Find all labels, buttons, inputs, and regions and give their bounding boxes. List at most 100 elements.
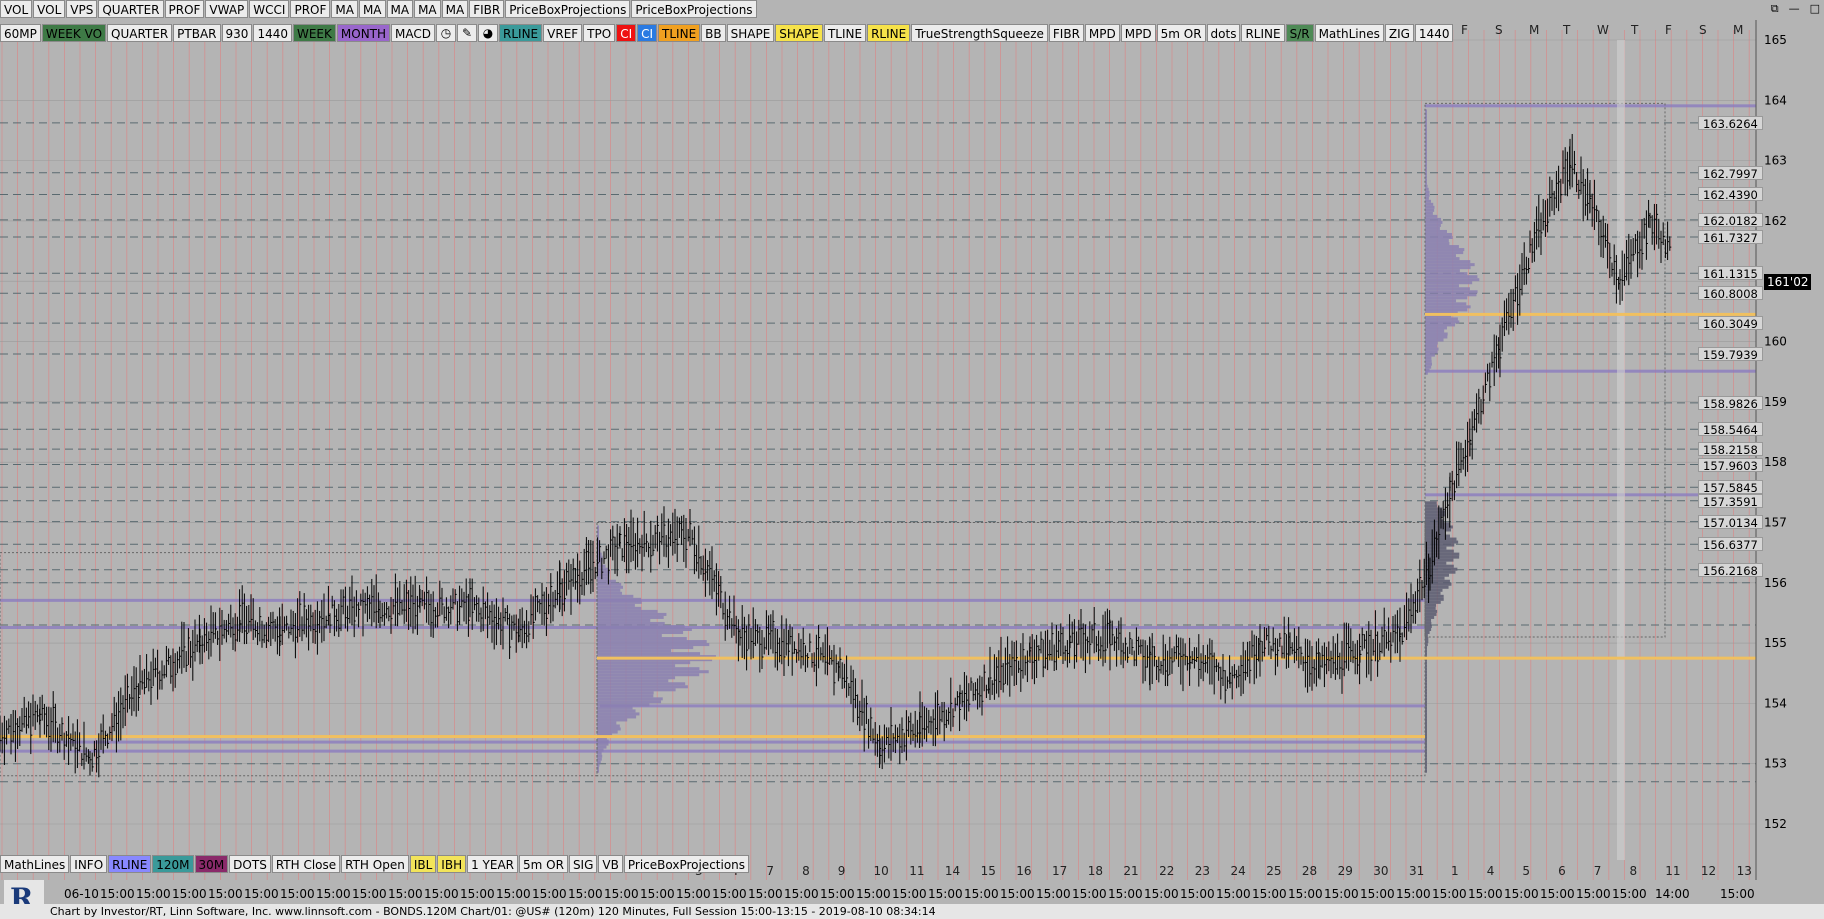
volume-profile-bar	[1425, 308, 1468, 312]
toolbar-button-tpo[interactable]: TPO	[583, 24, 616, 42]
toolbar-button-ibl[interactable]: IBL	[409, 855, 437, 873]
time-label: 15:00	[244, 887, 279, 901]
time-label: 15:00	[1000, 887, 1035, 901]
toolbar-button-mpd[interactable]: MPD	[1120, 24, 1156, 42]
level-label: 162.4390	[1698, 187, 1763, 202]
toolbar-button-ibh[interactable]: IBH	[437, 855, 467, 873]
toolbar-button-5m-or[interactable]: 5m OR	[1156, 24, 1206, 42]
toolbar-button-60mp[interactable]: 60MP	[0, 24, 41, 42]
toolbar-button-shape[interactable]: SHAPE	[775, 24, 823, 42]
toolbar-button-priceboxprojections[interactable]: PriceBoxProjections	[631, 0, 757, 18]
toolbar-button-vref[interactable]: VREF	[543, 24, 583, 42]
toolbar-button-ma[interactable]: MA	[414, 0, 441, 18]
toolbar-button-5m-or[interactable]: 5m OR	[519, 855, 568, 873]
toolbar-button-week-vo[interactable]: WEEK VO	[41, 24, 107, 42]
toolbar-button-sig[interactable]: SIG	[568, 855, 598, 873]
toolbar-button-ci[interactable]: CI	[616, 24, 637, 42]
time-label: 15:00	[964, 887, 999, 901]
toolbar-button-priceboxprojections[interactable]: PriceBoxProjections	[623, 855, 750, 873]
toolbar-button-fibr[interactable]: FIBR	[469, 0, 505, 18]
toolbar-button-macd[interactable]: MACD	[391, 24, 436, 42]
volume-profile-bar	[1425, 621, 1432, 625]
toolbar-button-ma[interactable]: MA	[331, 0, 358, 18]
toolbar-button-quarter[interactable]: QUARTER	[98, 0, 164, 18]
minimize-icon[interactable]: —	[1789, 2, 1800, 16]
toolbar-button-shape[interactable]: SHAPE	[726, 24, 775, 42]
toolbar-button-120m[interactable]: 120M	[152, 855, 194, 873]
toolbar-button-mathlines[interactable]: MathLines	[0, 855, 70, 873]
volume-profile-bar	[597, 582, 622, 586]
toolbar-button-zig[interactable]: ZIG	[1384, 24, 1414, 42]
toolbar-button-s-r[interactable]: S/R	[1285, 24, 1314, 42]
toolbar-button-mpd[interactable]: MPD	[1084, 24, 1120, 42]
volume-profile-bar	[1425, 504, 1438, 508]
volume-profile-bar	[1425, 299, 1457, 303]
toolbar-button-vwap[interactable]: VWAP	[205, 0, 249, 18]
toolbar-button-ci[interactable]: CI	[637, 24, 658, 42]
toolbar-button-rline[interactable]: RLINE	[867, 24, 911, 42]
toolbar-button-1440[interactable]: 1440	[1414, 24, 1454, 42]
toolbar-button-rline[interactable]: RLINE	[1241, 24, 1285, 42]
volume-profile-bar	[597, 600, 642, 604]
toolbar-button-priceboxprojections[interactable]: PriceBoxProjections	[505, 0, 631, 18]
toolbar-button-wcci[interactable]: WCCI	[249, 0, 290, 18]
date-label: 17	[1052, 864, 1067, 878]
toolbar-button-dots[interactable]: DOTS	[229, 855, 271, 873]
toolbar-button-30m[interactable]: 30M	[194, 855, 229, 873]
toolbar-button-rline[interactable]: RLINE	[499, 24, 543, 42]
toolbar-button-info[interactable]: INFO	[70, 855, 108, 873]
volume-profile-bar	[597, 697, 663, 701]
toolbar-button-month[interactable]: MONTH	[336, 24, 391, 42]
toolbar-button-tline[interactable]: TLINE	[823, 24, 867, 42]
volume-profile-bar	[1425, 362, 1432, 366]
price-chart[interactable]: 1651641631621611601591581571561551541531…	[0, 0, 1824, 919]
toolbar-button-fibr[interactable]: FIBR	[1048, 24, 1084, 42]
clock-icon[interactable]: ◷	[436, 24, 457, 42]
toolbar-button-prof[interactable]: PROF	[290, 0, 331, 18]
volume-profile-bar	[597, 579, 616, 583]
toolbar-button-ptbar[interactable]: PTBAR	[173, 24, 221, 42]
level-label: 161.7327	[1698, 230, 1763, 245]
toolbar-button-vps[interactable]: VPS	[66, 0, 98, 18]
toolbar-button-ma[interactable]: MA	[441, 0, 469, 18]
level-lines	[0, 104, 1756, 783]
volume-profile-bar	[597, 634, 662, 638]
toolbar-button-mathlines[interactable]: MathLines	[1314, 24, 1384, 42]
toolbar-button-dots[interactable]: dots	[1206, 24, 1241, 42]
level-label: 160.8008	[1698, 286, 1763, 301]
value-area-line	[0, 740, 1425, 744]
toolbar-button-rline[interactable]: RLINE	[108, 855, 152, 873]
toolbar-button-1-year[interactable]: 1 YEAR	[467, 855, 519, 873]
volume-profile-bar	[1425, 618, 1432, 622]
pencil-icon[interactable]: ✎	[457, 24, 478, 42]
volume-profile-bar	[597, 688, 676, 692]
volume-profile-bar	[597, 588, 621, 592]
volume-profile-bar	[597, 745, 607, 749]
toolbar-button-ma[interactable]: MA	[358, 0, 386, 18]
volume-profile-bar	[597, 709, 636, 713]
toolbar-button-vol[interactable]: VOL	[0, 0, 33, 18]
color-picker-icon[interactable]: ◕	[478, 24, 499, 42]
toolbar-button-prof[interactable]: PROF	[164, 0, 205, 18]
time-label: 15:00	[280, 887, 315, 901]
poc-line	[0, 735, 1425, 739]
toolbar-button-truestrengthsqueeze[interactable]: TrueStrengthSqueeze	[911, 24, 1048, 42]
volume-profile-bar	[597, 667, 700, 671]
toolbar-button-rth-open[interactable]: RTH Open	[341, 855, 409, 873]
toolbar-button-vb[interactable]: VB	[598, 855, 623, 873]
toolbar-button-1440[interactable]: 1440	[253, 24, 292, 42]
restore-icon[interactable]: ⧉	[1771, 2, 1779, 16]
toolbar-button-tline[interactable]: TLINE	[658, 24, 701, 42]
toolbar-button-930[interactable]: 930	[221, 24, 253, 42]
toolbar-button-bb[interactable]: BB	[701, 24, 726, 42]
toolbar-button-quarter[interactable]: QUARTER	[107, 24, 173, 42]
toolbar-button-vol[interactable]: VOL	[33, 0, 66, 18]
toolbar-button-ma[interactable]: MA	[386, 0, 414, 18]
volume-profile-bar	[597, 640, 707, 644]
toolbar-button-week[interactable]: WEEK	[292, 24, 336, 42]
volume-profile-bar	[1425, 248, 1465, 252]
price-axis-label: 153	[1764, 757, 1787, 771]
time-label: 15:00	[640, 887, 675, 901]
toolbar-button-rth-close[interactable]: RTH Close	[271, 855, 341, 873]
maximize-icon[interactable]: □	[1810, 2, 1820, 16]
